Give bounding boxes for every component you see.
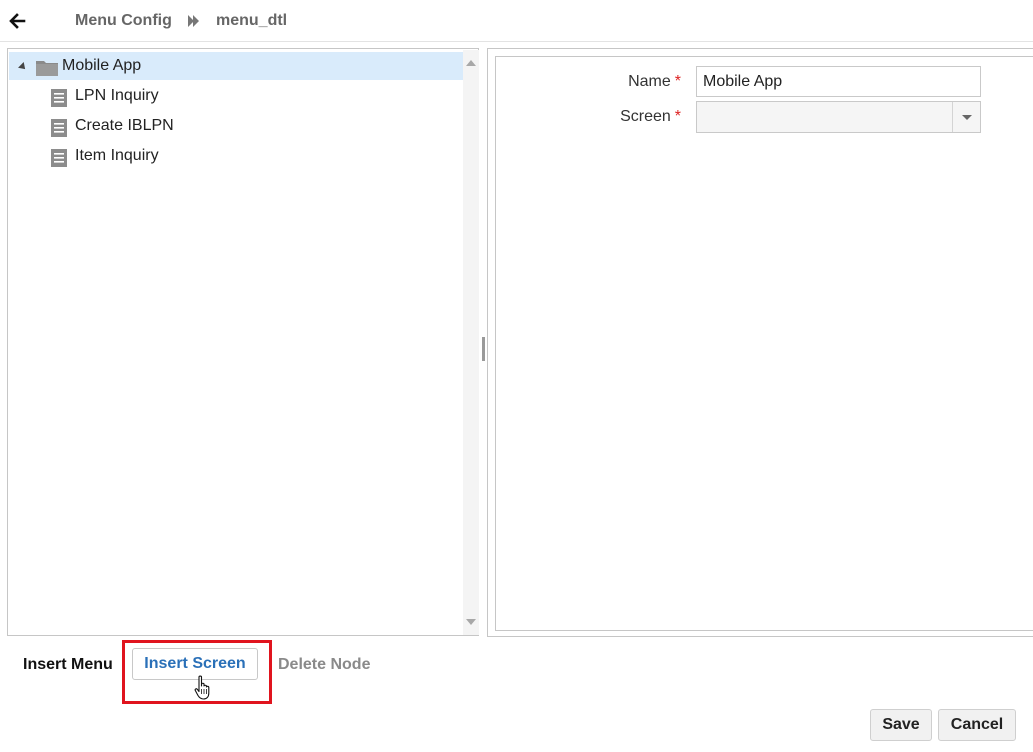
hand-pointer-cursor-icon <box>194 675 210 700</box>
tree-node-label: Create IBLPN <box>75 117 174 134</box>
scroll-down-arrow-icon[interactable] <box>466 619 476 625</box>
folder-icon <box>36 61 58 76</box>
tree-node-label: Mobile App <box>62 57 142 74</box>
breadcrumb-menu-dtl: menu_dtl <box>216 12 288 29</box>
name-input[interactable] <box>696 66 981 97</box>
tree-node-mobile-app[interactable]: Mobile App <box>9 52 463 80</box>
document-icon <box>51 119 67 137</box>
tree-node-item-inquiry[interactable]: Item Inquiry <box>9 142 463 170</box>
insert-menu-button[interactable]: Insert Menu <box>23 656 113 674</box>
menu-tree-panel: Mobile App LPN Inquiry Create IBLPN Item… <box>7 48 479 636</box>
breadcrumb-menu-config[interactable]: Menu Config <box>75 12 172 30</box>
save-button[interactable]: Save <box>870 709 932 741</box>
tree-node-label: LPN Inquiry <box>75 87 159 104</box>
scroll-up-arrow-icon[interactable] <box>466 60 476 66</box>
cancel-button[interactable]: Cancel <box>938 709 1016 741</box>
header-divider <box>0 41 1033 42</box>
chevron-down-icon <box>962 115 972 120</box>
node-detail-form <box>495 56 1033 631</box>
back-arrow-icon[interactable] <box>8 11 26 31</box>
tree-node-lpn-inquiry[interactable]: LPN Inquiry <box>9 82 463 110</box>
screen-select[interactable] <box>696 101 981 133</box>
name-field-label: Name * <box>628 73 681 90</box>
tree-node-label: Item Inquiry <box>75 147 159 164</box>
collapse-triangle-icon[interactable] <box>18 62 28 72</box>
delete-node-button[interactable]: Delete Node <box>278 656 370 674</box>
document-icon <box>51 149 67 167</box>
breadcrumb-separator-icon <box>188 15 199 27</box>
panel-splitter-handle[interactable] <box>482 337 485 361</box>
required-asterisk: * <box>674 108 681 125</box>
required-asterisk: * <box>674 73 681 90</box>
tree-scrollbar[interactable] <box>463 50 479 635</box>
document-icon <box>51 89 67 107</box>
screen-select-dropdown-button[interactable] <box>952 102 980 132</box>
tree-node-create-iblpn[interactable]: Create IBLPN <box>9 112 463 140</box>
screen-field-label: Screen * <box>620 108 681 125</box>
